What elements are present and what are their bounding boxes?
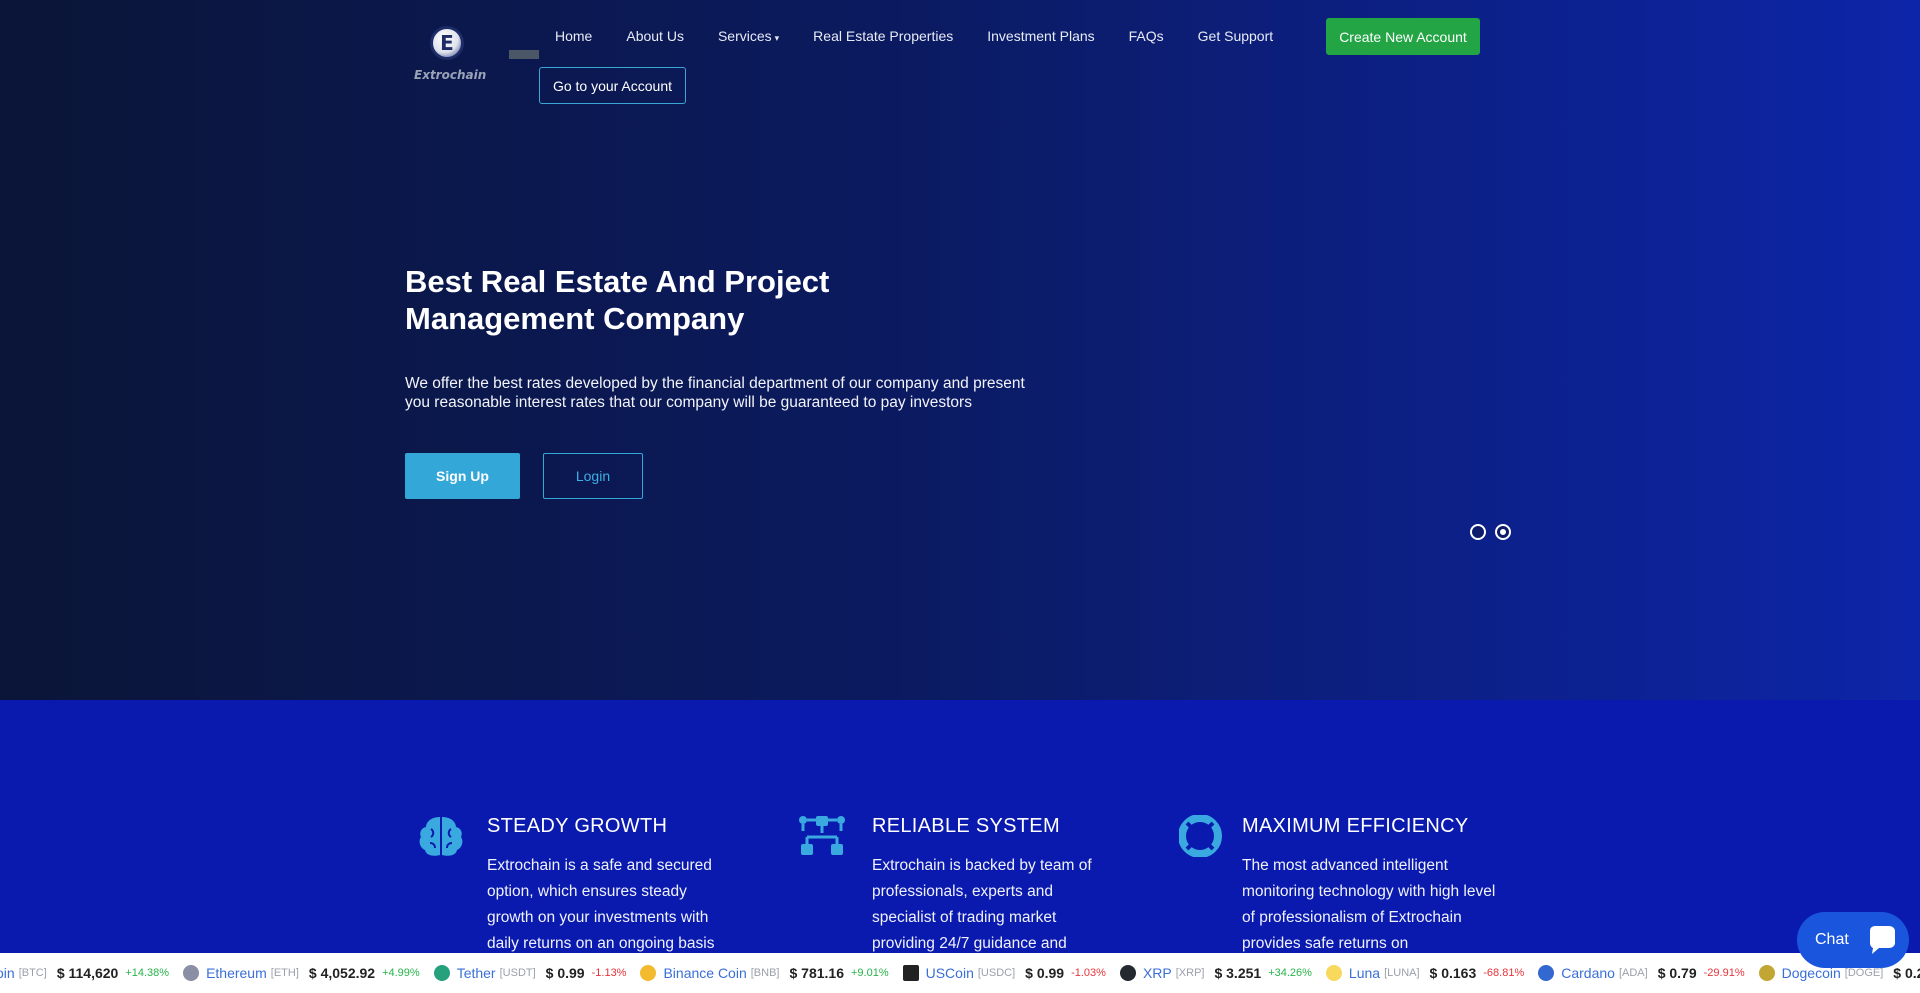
ticker-symbol: [LUNA] xyxy=(1384,967,1420,979)
hero-title: Best Real Estate And Project Management … xyxy=(405,264,830,336)
ticker-price: $ 3.251 xyxy=(1214,965,1262,981)
slider-dot-1[interactable] xyxy=(1470,524,1486,540)
ticker-price: $ 0.163 xyxy=(1429,965,1477,981)
brain-icon xyxy=(419,817,463,856)
ticker-symbol: [XRP] xyxy=(1175,967,1205,979)
ticker-price: $ 0.22 xyxy=(1893,965,1920,981)
ticker-name: Cardano xyxy=(1561,965,1615,981)
tether-icon xyxy=(433,965,450,981)
logo-icon: E xyxy=(430,26,464,60)
ticker-change: -68.81% xyxy=(1483,967,1525,979)
main-nav: Home About Us Services ▾ Real Estate Prop… xyxy=(555,18,1307,54)
ticker-item[interactable]: oin[BTC] $ 114,620 +14.38% xyxy=(0,965,169,981)
ticker-symbol: [USDC] xyxy=(977,967,1016,979)
ticker-change: +9.01% xyxy=(850,967,889,979)
chevron-down-icon: ▾ xyxy=(774,33,780,43)
ticker-change: +34.26% xyxy=(1268,967,1312,979)
ticker-price: $ 0.99 xyxy=(1025,965,1065,981)
xrp-icon xyxy=(1119,965,1136,981)
feature-text: Extrochain is backed by team of professi… xyxy=(872,857,1092,952)
ticker-name: Tether xyxy=(456,965,496,981)
ticker-price: $ 0.99 xyxy=(545,965,585,981)
slider-dot-2[interactable] xyxy=(1495,524,1511,540)
ticker-name: Binance Coin xyxy=(663,965,747,981)
ticker-price: $ 781.16 xyxy=(789,965,844,981)
feature-title: MAXIMUM EFFICIENCY xyxy=(1242,815,1469,837)
usdc-icon xyxy=(902,965,919,981)
ticker-change: +14.38% xyxy=(125,967,170,979)
ticker-item[interactable]: Tether [USDT] $ 0.99 -1.13% xyxy=(433,965,627,981)
create-account-button[interactable]: Create New Account xyxy=(1326,18,1480,55)
ticker-name: Luna xyxy=(1348,965,1381,981)
lifebuoy-icon xyxy=(1179,815,1222,857)
nav-real-estate-properties[interactable]: Real Estate Properties xyxy=(813,28,953,44)
ethereum-icon xyxy=(183,965,200,981)
ticker-change: +4.99% xyxy=(382,967,420,979)
logo-text: Extrochain xyxy=(414,68,487,82)
ticker-price: $ 4,052.92 xyxy=(308,965,376,981)
ticker-item[interactable]: Ethereum [ETH] $ 4,052.92 +4.99% xyxy=(183,965,420,981)
sign-up-button[interactable]: Sign Up xyxy=(405,453,520,499)
feature-text: Extrochain is a safe and secured option,… xyxy=(487,857,715,952)
menu-toggle-icon[interactable] xyxy=(509,50,539,59)
ticker-price: $ 0.79 xyxy=(1657,965,1697,981)
ticker-change: -29.91% xyxy=(1703,967,1745,979)
nav-faqs[interactable]: FAQs xyxy=(1129,28,1164,44)
binance-icon xyxy=(640,965,657,981)
luna-icon xyxy=(1325,965,1342,981)
nav-about-us[interactable]: About Us xyxy=(626,28,684,44)
ticker-item[interactable]: USCoin [USDC] $ 0.99 -1.03% xyxy=(902,965,1106,981)
chat-button[interactable]: Chat xyxy=(1797,912,1909,968)
ticker-price: $ 114,620 xyxy=(56,965,119,981)
hero-section: E Extrochain Home About Us Services ▾ Rea… xyxy=(0,0,1920,700)
ticker-symbol: [ADA] xyxy=(1618,967,1648,979)
chat-label: Chat xyxy=(1815,931,1849,948)
ticker-item[interactable]: XRP [XRP] $ 3.251 +34.26% xyxy=(1119,965,1312,981)
ticker-symbol: [BTC] xyxy=(18,967,47,979)
chat-bubble-icon xyxy=(1862,920,1902,960)
login-button[interactable]: Login xyxy=(543,453,643,499)
ticker-change: -1.13% xyxy=(591,967,627,979)
ticker-symbol: [BNB] xyxy=(750,967,780,979)
nav-home[interactable]: Home xyxy=(555,28,592,44)
ticker-item[interactable]: Binance Coin [BNB] $ 781.16 +9.01% xyxy=(640,965,889,981)
nav-services-label: Services xyxy=(717,28,772,44)
ticker-symbol: [USDT] xyxy=(499,967,536,979)
nav-services[interactable]: Services ▾ xyxy=(718,28,779,44)
ticker-name: USCoin xyxy=(925,965,974,981)
cardano-icon xyxy=(1538,965,1555,981)
ticker-change: -1.03% xyxy=(1071,967,1106,979)
ticker-name: Ethereum xyxy=(206,965,267,981)
feature-text: The most advanced intelligent monitoring… xyxy=(1242,857,1496,952)
logo-letter: E xyxy=(440,31,454,55)
ticker-symbol: [DOGE] xyxy=(1844,967,1884,979)
feature-title: STEADY GROWTH xyxy=(487,815,668,837)
network-icon xyxy=(799,816,845,855)
nav-get-support[interactable]: Get Support xyxy=(1198,28,1274,44)
nav-investment-plans[interactable]: Investment Plans xyxy=(987,28,1094,44)
hero-description: We offer the best rates developed by the… xyxy=(405,375,1025,411)
logo[interactable]: E Extrochain xyxy=(412,26,488,84)
go-to-account-button[interactable]: Go to your Account xyxy=(539,67,686,104)
crypto-ticker: oin[BTC] $ 114,620 +14.38% Ethereum[ETH] $ … xyxy=(0,953,1920,993)
ticker-name: oin xyxy=(0,965,15,981)
ticker-symbol: [ETH] xyxy=(270,967,299,979)
ticker-item[interactable]: Cardano [ADA] $ 0.79 -29.91% xyxy=(1538,965,1745,981)
ticker-name: XRP xyxy=(1142,965,1172,981)
ticker-item[interactable]: Luna [LUNA] $ 0.163 -68.81% xyxy=(1325,965,1525,981)
feature-title: RELIABLE SYSTEM xyxy=(872,815,1060,837)
dogecoin-icon xyxy=(1758,965,1775,981)
